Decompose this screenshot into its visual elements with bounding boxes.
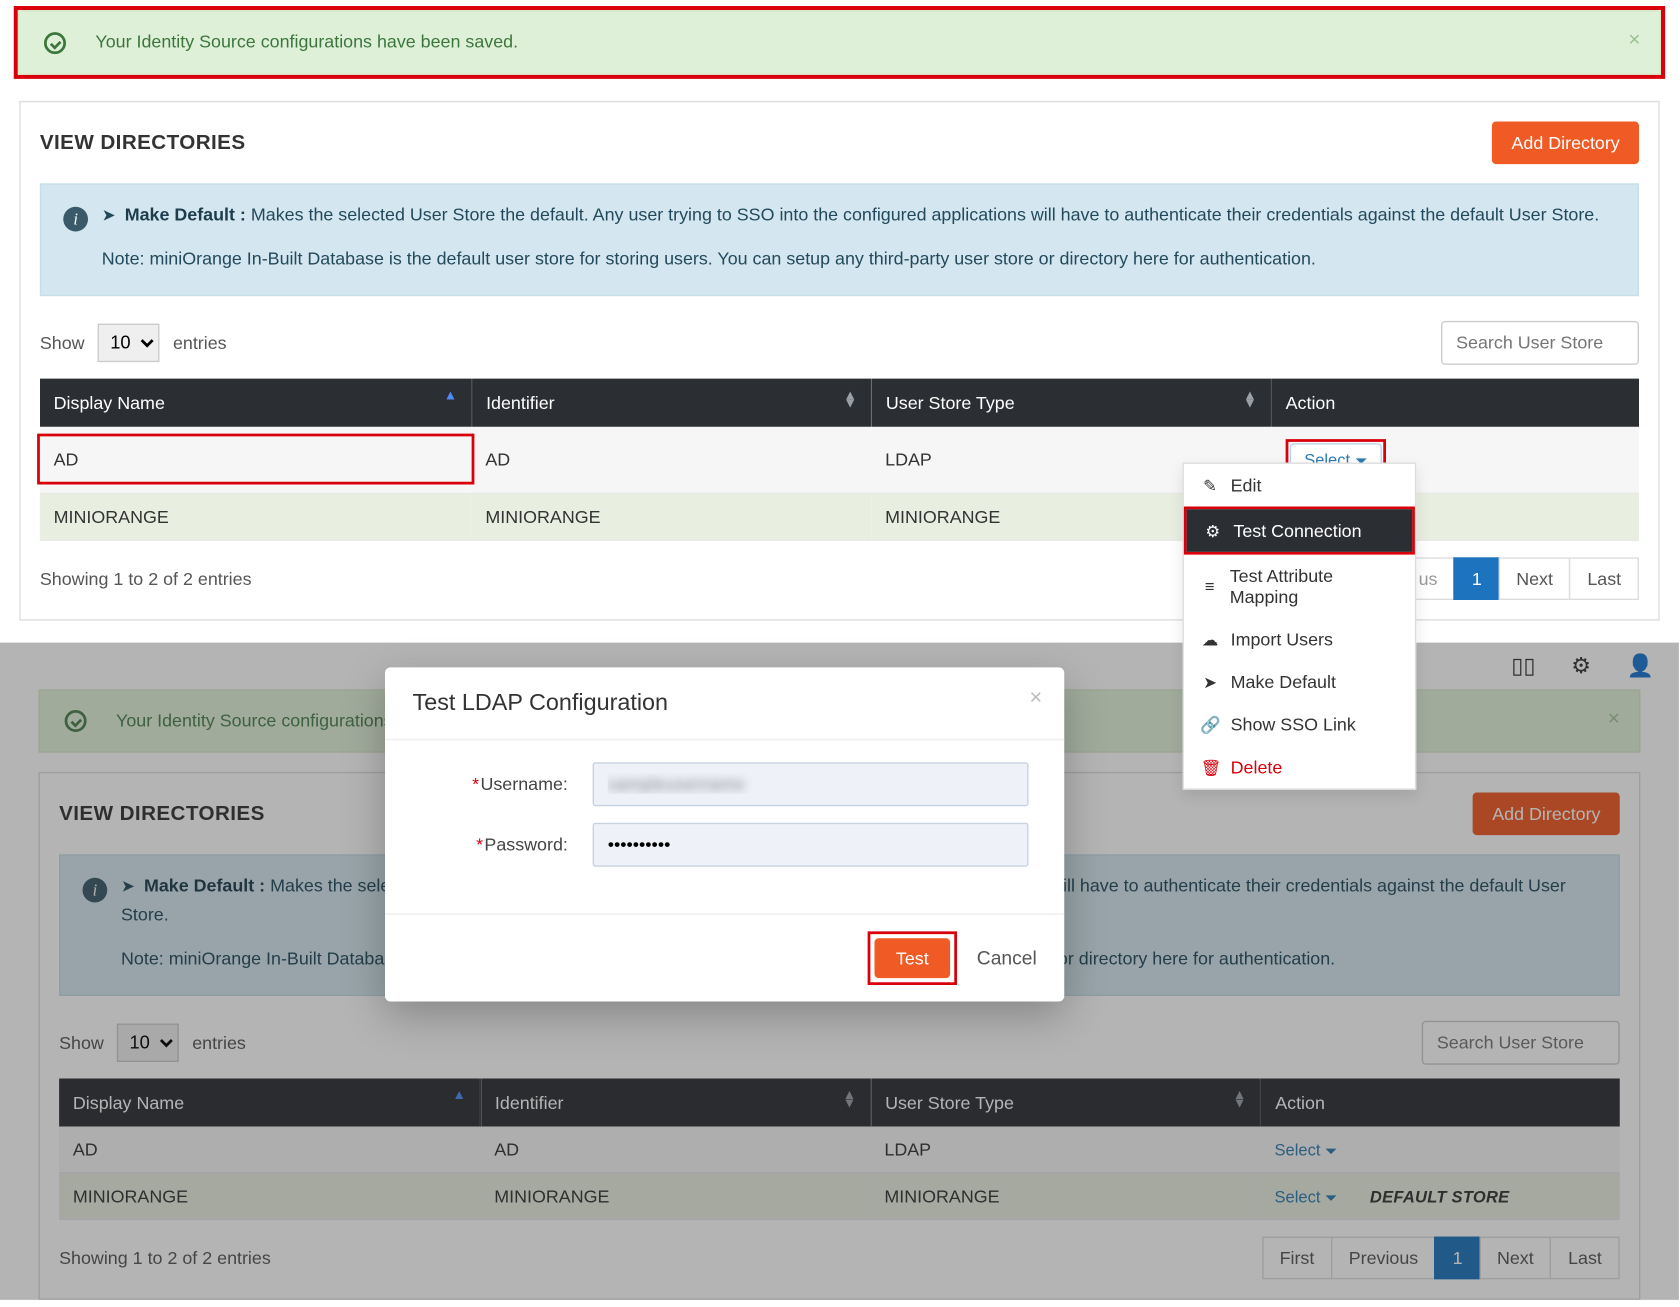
password-label: *Password: — [421, 834, 593, 855]
show-label: Show — [40, 332, 85, 353]
page-title: VIEW DIRECTORIES — [40, 131, 246, 154]
col-display-name[interactable]: Display Name▲ — [40, 378, 472, 426]
showing-text: Showing 1 to 2 of 2 entries — [40, 568, 252, 589]
gears-icon: ⚙ — [1203, 521, 1222, 540]
pagination: us 1 Next Last — [1403, 557, 1639, 600]
close-icon[interactable]: × — [1628, 28, 1640, 51]
edit-icon: ✎ — [1200, 476, 1219, 495]
menu-show-sso-link[interactable]: 🔗Show SSO Link — [1184, 703, 1415, 746]
col-user-store-type[interactable]: User Store Type▲▼ — [871, 378, 1271, 426]
menu-test-connection[interactable]: ⚙Test Connection — [1187, 509, 1413, 552]
entries-label: entries — [173, 332, 227, 353]
username-field[interactable] — [593, 762, 1029, 806]
page-last[interactable]: Last — [1569, 557, 1639, 600]
page-size-select[interactable]: 10 — [98, 323, 160, 362]
success-alert: Your Identity Source configurations have… — [18, 10, 1661, 74]
pointer-icon: ➤ — [102, 205, 116, 224]
menu-make-default[interactable]: ➤Make Default — [1184, 661, 1415, 704]
page-1[interactable]: 1 — [1454, 557, 1500, 600]
menu-delete[interactable]: 🗑Delete — [1184, 746, 1415, 789]
alert-text: Your Identity Source configurations have… — [95, 31, 518, 52]
trash-icon: 🗑 — [1200, 757, 1219, 776]
notice-line1: Makes the selected User Store the defaul… — [251, 203, 1599, 224]
cancel-button[interactable]: Cancel — [977, 947, 1037, 969]
check-circle-icon — [44, 32, 66, 54]
menu-test-attribute-mapping[interactable]: ≡Test Attribute Mapping — [1184, 555, 1415, 618]
add-directory-button[interactable]: Add Directory — [1492, 121, 1639, 164]
username-label: *Username: — [421, 774, 593, 795]
cloud-upload-icon: ☁ — [1200, 630, 1219, 649]
notice-line2: Note: miniOrange In-Built Database is th… — [102, 248, 1316, 269]
sliders-icon: ≡ — [1200, 577, 1218, 596]
col-action: Action — [1271, 378, 1639, 426]
pointer-icon: ➤ — [1200, 672, 1219, 691]
search-input[interactable] — [1441, 321, 1639, 365]
col-identifier[interactable]: Identifier▲▼ — [472, 378, 872, 426]
info-icon: i — [63, 206, 88, 231]
link-icon: 🔗 — [1200, 715, 1219, 734]
test-ldap-modal: Test LDAP Configuration × *Username: *Pa… — [385, 667, 1064, 1001]
info-notice: i ➤ Make Default : Makes the selected Us… — [40, 183, 1639, 296]
modal-title: Test LDAP Configuration — [413, 689, 669, 715]
action-dropdown: ✎Edit ⚙Test Connection ≡Test Attribute M… — [1183, 463, 1417, 790]
password-field[interactable] — [593, 823, 1029, 867]
test-button[interactable]: Test — [874, 938, 951, 978]
close-icon[interactable]: × — [1029, 686, 1042, 711]
notice-bold: Make Default : — [125, 203, 246, 224]
page-next[interactable]: Next — [1498, 557, 1571, 600]
menu-edit[interactable]: ✎Edit — [1184, 464, 1415, 507]
menu-import-users[interactable]: ☁Import Users — [1184, 618, 1415, 661]
